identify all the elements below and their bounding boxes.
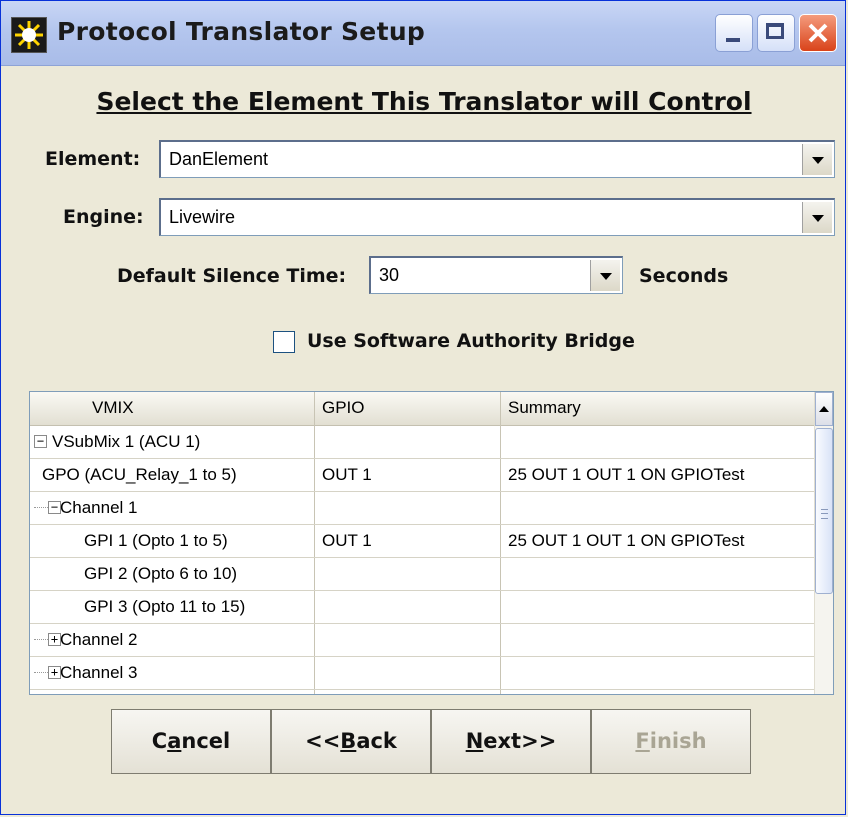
finish-button[interactable]: Finish bbox=[591, 709, 751, 774]
table-row[interactable]: + Channel 2 bbox=[30, 624, 816, 657]
scroll-thumb[interactable] bbox=[815, 428, 833, 594]
page-heading: Select the Element This Translator will … bbox=[96, 87, 752, 116]
engine-label: Engine: bbox=[63, 206, 144, 228]
table-row[interactable]: − Channel 1 bbox=[30, 492, 816, 525]
tree-connector bbox=[34, 672, 48, 673]
sunburst-icon bbox=[11, 17, 47, 53]
grip-icon bbox=[821, 509, 828, 519]
chevron-down-icon[interactable] bbox=[802, 202, 832, 233]
silence-unit: Seconds bbox=[639, 265, 729, 287]
table-row[interactable]: GPI 3 (Opto 11 to 15) bbox=[30, 591, 816, 624]
engine-select[interactable]: Livewire bbox=[159, 198, 835, 236]
engine-value: Livewire bbox=[169, 207, 236, 227]
cell-vmix: Channel 3 bbox=[60, 663, 138, 682]
column-header-vmix[interactable]: VMIX bbox=[92, 398, 134, 418]
maximize-button[interactable] bbox=[757, 14, 795, 52]
column-header-gpio[interactable]: GPIO bbox=[322, 398, 365, 418]
vertical-scrollbar[interactable] bbox=[814, 392, 833, 694]
silence-label: Default Silence Time: bbox=[117, 265, 347, 287]
table-row[interactable]: GPI 1 (Opto 1 to 5) OUT 1 25 OUT 1 OUT 1 O… bbox=[30, 525, 816, 558]
cancel-label-a: C bbox=[151, 729, 168, 753]
cell-vmix: Channel 1 bbox=[60, 498, 138, 517]
collapse-icon[interactable]: − bbox=[34, 435, 47, 448]
tree-connector bbox=[34, 507, 48, 508]
back-label-b: ack bbox=[356, 729, 397, 753]
cell-summary: 25 OUT 1 OUT 1 ON GPIOTest bbox=[508, 531, 745, 550]
close-icon bbox=[808, 23, 828, 43]
tree-connector bbox=[34, 639, 48, 640]
cell-summary: 25 OUT 1 OUT 1 ON GPIOTest bbox=[508, 465, 745, 484]
title-bar[interactable]: Protocol Translator Setup bbox=[1, 1, 845, 66]
grid-header: VMIX GPIO Summary bbox=[30, 392, 816, 426]
cell-gpio: OUT 1 bbox=[322, 465, 372, 484]
table-row[interactable]: + Channel 3 bbox=[30, 657, 816, 690]
scroll-up-icon[interactable] bbox=[815, 392, 833, 426]
cell-vmix: Channel 2 bbox=[60, 630, 138, 649]
cell-vmix: VSubMix 1 (ACU 1) bbox=[52, 432, 201, 451]
cell-vmix: GPO (ACU_Relay_1 to 5) bbox=[42, 465, 237, 484]
next-mnemonic: N bbox=[465, 729, 484, 753]
back-label-a: << bbox=[305, 729, 341, 753]
chevron-down-icon[interactable] bbox=[590, 260, 620, 291]
table-row[interactable]: GPO (ACU_Relay_1 to 5) OUT 1 25 OUT 1 OUT … bbox=[30, 459, 816, 492]
vmix-grid[interactable]: VMIX GPIO Summary − VSubMix 1 (ACU 1) GPO … bbox=[29, 391, 834, 695]
next-button[interactable]: Next>> bbox=[431, 709, 591, 774]
back-button[interactable]: <<Back bbox=[271, 709, 431, 774]
setup-dialog: Protocol Translator Setup Select the Ele… bbox=[0, 0, 846, 815]
finish-mnemonic: F bbox=[635, 729, 650, 753]
cancel-mnemonic: a bbox=[167, 729, 182, 753]
element-select[interactable]: DanElement bbox=[159, 140, 835, 178]
silence-time-select[interactable]: 30 bbox=[369, 256, 623, 294]
minimize-button[interactable] bbox=[715, 14, 753, 52]
cancel-label-b: ncel bbox=[181, 729, 231, 753]
element-value: DanElement bbox=[169, 149, 269, 169]
minimize-icon bbox=[726, 38, 740, 42]
column-header-summary[interactable]: Summary bbox=[508, 398, 581, 418]
chevron-down-icon[interactable] bbox=[802, 144, 832, 175]
cell-gpio: OUT 1 bbox=[322, 531, 372, 550]
silence-value: 30 bbox=[379, 265, 400, 285]
cell-vmix: GPI 2 (Opto 6 to 10) bbox=[84, 564, 238, 583]
element-label: Element: bbox=[45, 148, 141, 170]
bridge-checkbox[interactable] bbox=[273, 331, 295, 353]
cell-vmix: GPI 1 (Opto 1 to 5) bbox=[84, 531, 228, 550]
next-label-b: ext>> bbox=[483, 729, 557, 753]
close-button[interactable] bbox=[799, 14, 837, 52]
table-row[interactable]: GPI 2 (Opto 6 to 10) bbox=[30, 558, 816, 591]
back-mnemonic: B bbox=[340, 729, 357, 753]
window-title: Protocol Translator Setup bbox=[57, 17, 426, 46]
maximize-icon bbox=[766, 23, 784, 39]
finish-label-b: inish bbox=[649, 729, 707, 753]
bridge-label[interactable]: Use Software Authority Bridge bbox=[307, 330, 635, 352]
cancel-button[interactable]: Cancel bbox=[111, 709, 271, 774]
table-row[interactable]: − VSubMix 1 (ACU 1) bbox=[30, 426, 816, 459]
cell-vmix: GPI 3 (Opto 11 to 15) bbox=[84, 597, 246, 616]
